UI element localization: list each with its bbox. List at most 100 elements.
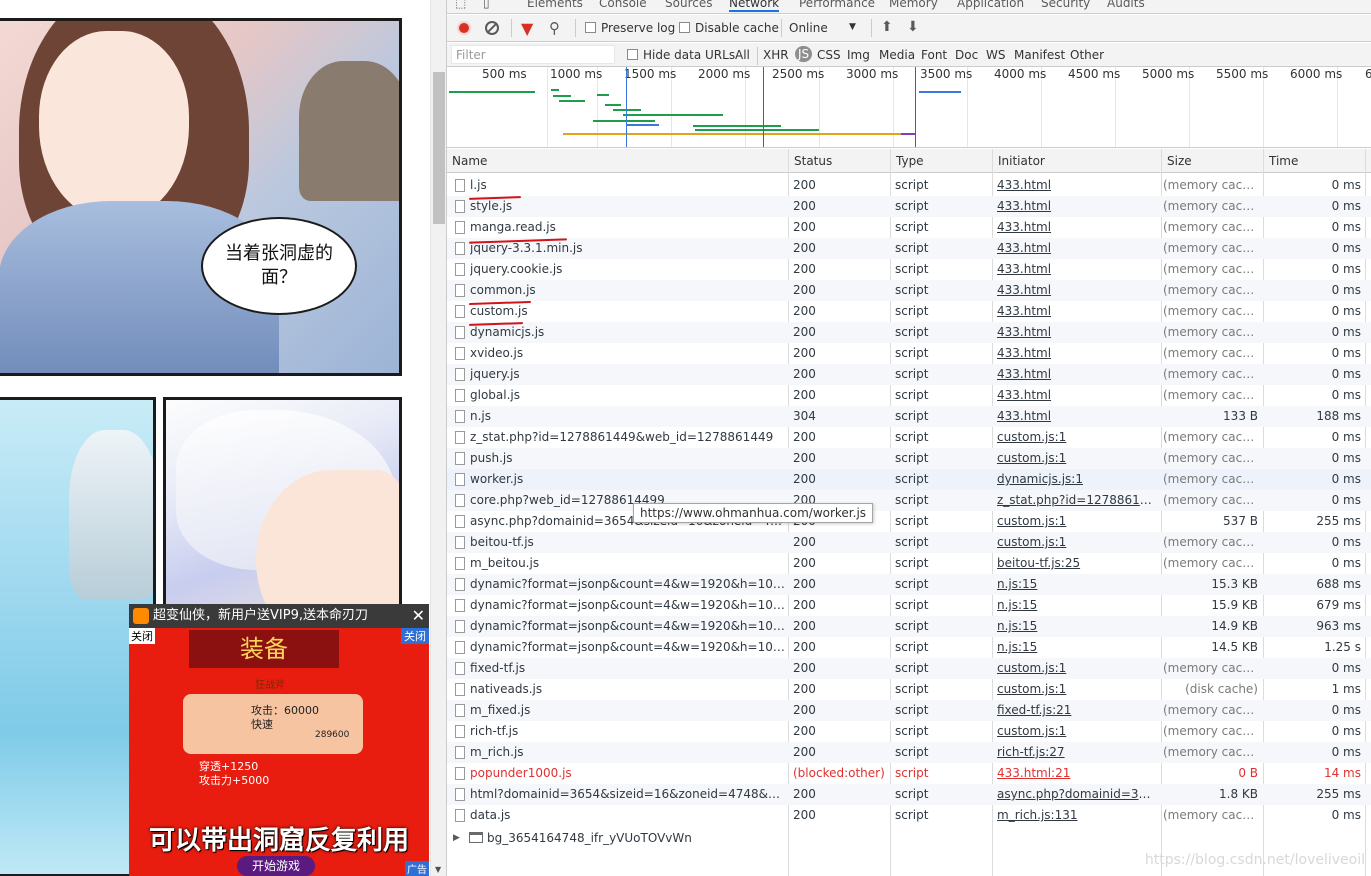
export-har-icon[interactable]: ⬇ bbox=[907, 19, 919, 35]
ad-close-icon[interactable]: ✕ bbox=[412, 604, 425, 628]
request-initiator[interactable]: n.js:15 bbox=[997, 595, 1155, 616]
chevron-down-icon[interactable]: ▼ bbox=[849, 22, 856, 32]
column-status[interactable]: Status bbox=[788, 149, 890, 173]
table-row[interactable]: style.js 200 script 433.html (memory cache) 0… bbox=[447, 196, 1371, 217]
request-initiator[interactable]: custom.js:1 bbox=[997, 679, 1155, 700]
inspect-element-icon[interactable]: ⬚ bbox=[455, 0, 466, 10]
request-name[interactable]: manga.read.js bbox=[470, 217, 788, 238]
type-filter-other[interactable]: Other bbox=[1070, 48, 1104, 62]
filter-icon[interactable]: ▼ bbox=[521, 19, 533, 38]
scrollbar-thumb[interactable] bbox=[433, 72, 445, 224]
table-row[interactable]: dynamic?format=jsonp&count=4&w=1920&h=10… bbox=[447, 637, 1371, 658]
request-name[interactable]: dynamic?format=jsonp&count=4&w=1920&h=10… bbox=[470, 637, 788, 658]
tab-console[interactable]: Console bbox=[599, 0, 647, 10]
request-name[interactable]: jquery.cookie.js bbox=[470, 259, 788, 280]
request-initiator[interactable]: 433.html bbox=[997, 406, 1155, 427]
request-name[interactable]: fixed-tf.js bbox=[470, 658, 788, 679]
column-time[interactable]: Time bbox=[1263, 149, 1365, 173]
page-scrollbar[interactable]: ▼ bbox=[430, 0, 446, 876]
request-name[interactable]: global.js bbox=[470, 385, 788, 406]
request-initiator[interactable]: custom.js:1 bbox=[997, 721, 1155, 742]
table-row[interactable]: fixed-tf.js 200 script custom.js:1 (memory c… bbox=[447, 658, 1371, 679]
table-row[interactable]: manga.read.js 200 script 433.html (memory ca… bbox=[447, 217, 1371, 238]
checkbox-icon[interactable] bbox=[679, 22, 690, 33]
request-name[interactable]: push.js bbox=[470, 448, 788, 469]
table-row[interactable]: n.js 304 script 433.html 133 B 188 ms bbox=[447, 406, 1371, 427]
table-row[interactable]: dynamic?format=jsonp&count=4&w=1920&h=10… bbox=[447, 574, 1371, 595]
disable-cache-checkbox[interactable]: Disable cache bbox=[679, 21, 779, 35]
request-initiator[interactable]: fixed-tf.js:21 bbox=[997, 700, 1155, 721]
column-type[interactable]: Type bbox=[890, 149, 992, 173]
request-initiator[interactable]: n.js:15 bbox=[997, 574, 1155, 595]
request-initiator[interactable]: 433.html bbox=[997, 196, 1155, 217]
request-initiator[interactable]: custom.js:1 bbox=[997, 448, 1155, 469]
table-row[interactable]: popunder1000.js (blocked:other) script 433.… bbox=[447, 763, 1371, 784]
table-row[interactable]: core.php?web_id=12788614499 200 script z_st… bbox=[447, 490, 1371, 511]
tab-security[interactable]: Security bbox=[1041, 0, 1090, 10]
type-filter-media[interactable]: Media bbox=[879, 48, 915, 62]
request-initiator[interactable]: 433.html bbox=[997, 385, 1155, 406]
request-initiator[interactable]: custom.js:1 bbox=[997, 427, 1155, 448]
type-filter-font[interactable]: Font bbox=[921, 48, 947, 62]
checkbox-icon[interactable] bbox=[585, 22, 596, 33]
request-initiator[interactable]: 433.html bbox=[997, 280, 1155, 301]
request-name[interactable]: nativeads.js bbox=[470, 679, 788, 700]
tab-performance[interactable]: Performance bbox=[799, 0, 875, 10]
column-initiator[interactable]: Initiator bbox=[992, 149, 1161, 173]
request-name[interactable]: rich-tf.js bbox=[470, 721, 788, 742]
table-row[interactable]: jquery.js 200 script 433.html (memory cache)… bbox=[447, 364, 1371, 385]
table-row[interactable]: data.js 200 script m_rich.js:131 (memory cac… bbox=[447, 805, 1371, 826]
request-name[interactable]: z_stat.php?id=1278861449&web_id=12788614… bbox=[470, 427, 788, 448]
table-row[interactable]: z_stat.php?id=1278861449&web_id=12788614… bbox=[447, 427, 1371, 448]
request-name[interactable]: jquery.js bbox=[470, 364, 788, 385]
table-row[interactable]: m_beitou.js 200 script beitou-tf.js:25 (memo… bbox=[447, 553, 1371, 574]
expand-arrow-icon[interactable]: ▶ bbox=[453, 828, 460, 848]
request-initiator[interactable]: custom.js:1 bbox=[997, 658, 1155, 679]
tab-application[interactable]: Application bbox=[957, 0, 1024, 10]
request-initiator[interactable]: dynamicjs.js:1 bbox=[997, 469, 1155, 490]
request-name[interactable]: m_beitou.js bbox=[470, 553, 788, 574]
import-har-icon[interactable]: ⬆ bbox=[881, 19, 893, 35]
ad-start-game-button[interactable]: 开始游戏 bbox=[237, 856, 315, 876]
throttling-select[interactable]: Online bbox=[789, 21, 828, 35]
table-row[interactable]: jquery.cookie.js 200 script 433.html (memory… bbox=[447, 259, 1371, 280]
type-filter-js[interactable]: JS bbox=[795, 46, 813, 62]
table-row[interactable]: l.js 200 script 433.html (memory cache) 0 ms bbox=[447, 175, 1371, 196]
request-initiator[interactable]: custom.js:1 bbox=[997, 511, 1155, 532]
request-initiator[interactable]: 433.html bbox=[997, 217, 1155, 238]
scroll-down-arrow-icon[interactable]: ▼ bbox=[435, 865, 441, 874]
table-row[interactable]: custom.js 200 script 433.html (memory cache)… bbox=[447, 301, 1371, 322]
request-name[interactable]: html?domainid=3654&sizeid=16&zoneid=4748… bbox=[470, 784, 788, 805]
request-initiator[interactable]: 433.html bbox=[997, 322, 1155, 343]
hide-data-urls-checkbox[interactable]: Hide data URLs bbox=[627, 48, 735, 62]
request-initiator[interactable]: 433.html bbox=[997, 259, 1155, 280]
tab-audits[interactable]: Audits bbox=[1107, 0, 1145, 10]
ad-header[interactable]: 超变仙侠，新用户送VIP9,送本命刃刀 ✕ bbox=[129, 604, 429, 628]
tab-sources[interactable]: Sources bbox=[665, 0, 712, 10]
request-name[interactable]: dynamic?format=jsonp&count=4&w=1920&h=10… bbox=[470, 574, 788, 595]
table-row[interactable]: dynamicjs.js 200 script 433.html (memory cac… bbox=[447, 322, 1371, 343]
clear-icon[interactable] bbox=[485, 21, 499, 35]
checkbox-icon[interactable] bbox=[627, 49, 638, 60]
column-name[interactable]: Name bbox=[447, 149, 788, 173]
table-row[interactable]: xvideo.js 200 script 433.html (memory cache)… bbox=[447, 343, 1371, 364]
table-row[interactable]: html?domainid=3654&sizeid=16&zoneid=4748… bbox=[447, 784, 1371, 805]
request-initiator[interactable]: beitou-tf.js:25 bbox=[997, 553, 1155, 574]
request-initiator[interactable]: m_rich.js:131 bbox=[997, 805, 1155, 826]
type-filter-manifest[interactable]: Manifest bbox=[1014, 48, 1065, 62]
record-icon[interactable] bbox=[457, 21, 471, 35]
table-row[interactable]: m_fixed.js 200 script fixed-tf.js:21 (memory… bbox=[447, 700, 1371, 721]
table-row[interactable]: common.js 200 script 433.html (memory cache)… bbox=[447, 280, 1371, 301]
waterfall-overview[interactable]: 500 ms 1000 ms 1500 ms 2000 ms 2500 ms 3… bbox=[447, 67, 1371, 148]
request-name[interactable]: xvideo.js bbox=[470, 343, 788, 364]
request-initiator[interactable]: 433.html bbox=[997, 343, 1155, 364]
tab-elements[interactable]: Elements bbox=[527, 0, 583, 10]
request-initiator[interactable]: z_stat.php?id=1278861449&... bbox=[997, 490, 1155, 511]
request-initiator[interactable]: rich-tf.js:27 bbox=[997, 742, 1155, 763]
type-filter-xhr[interactable]: XHR bbox=[763, 48, 789, 62]
request-initiator[interactable]: custom.js:1 bbox=[997, 532, 1155, 553]
request-initiator[interactable]: 433.html bbox=[997, 238, 1155, 259]
type-filter-img[interactable]: Img bbox=[847, 48, 870, 62]
request-initiator[interactable]: 433.html bbox=[997, 175, 1155, 196]
tab-memory[interactable]: Memory bbox=[889, 0, 938, 10]
